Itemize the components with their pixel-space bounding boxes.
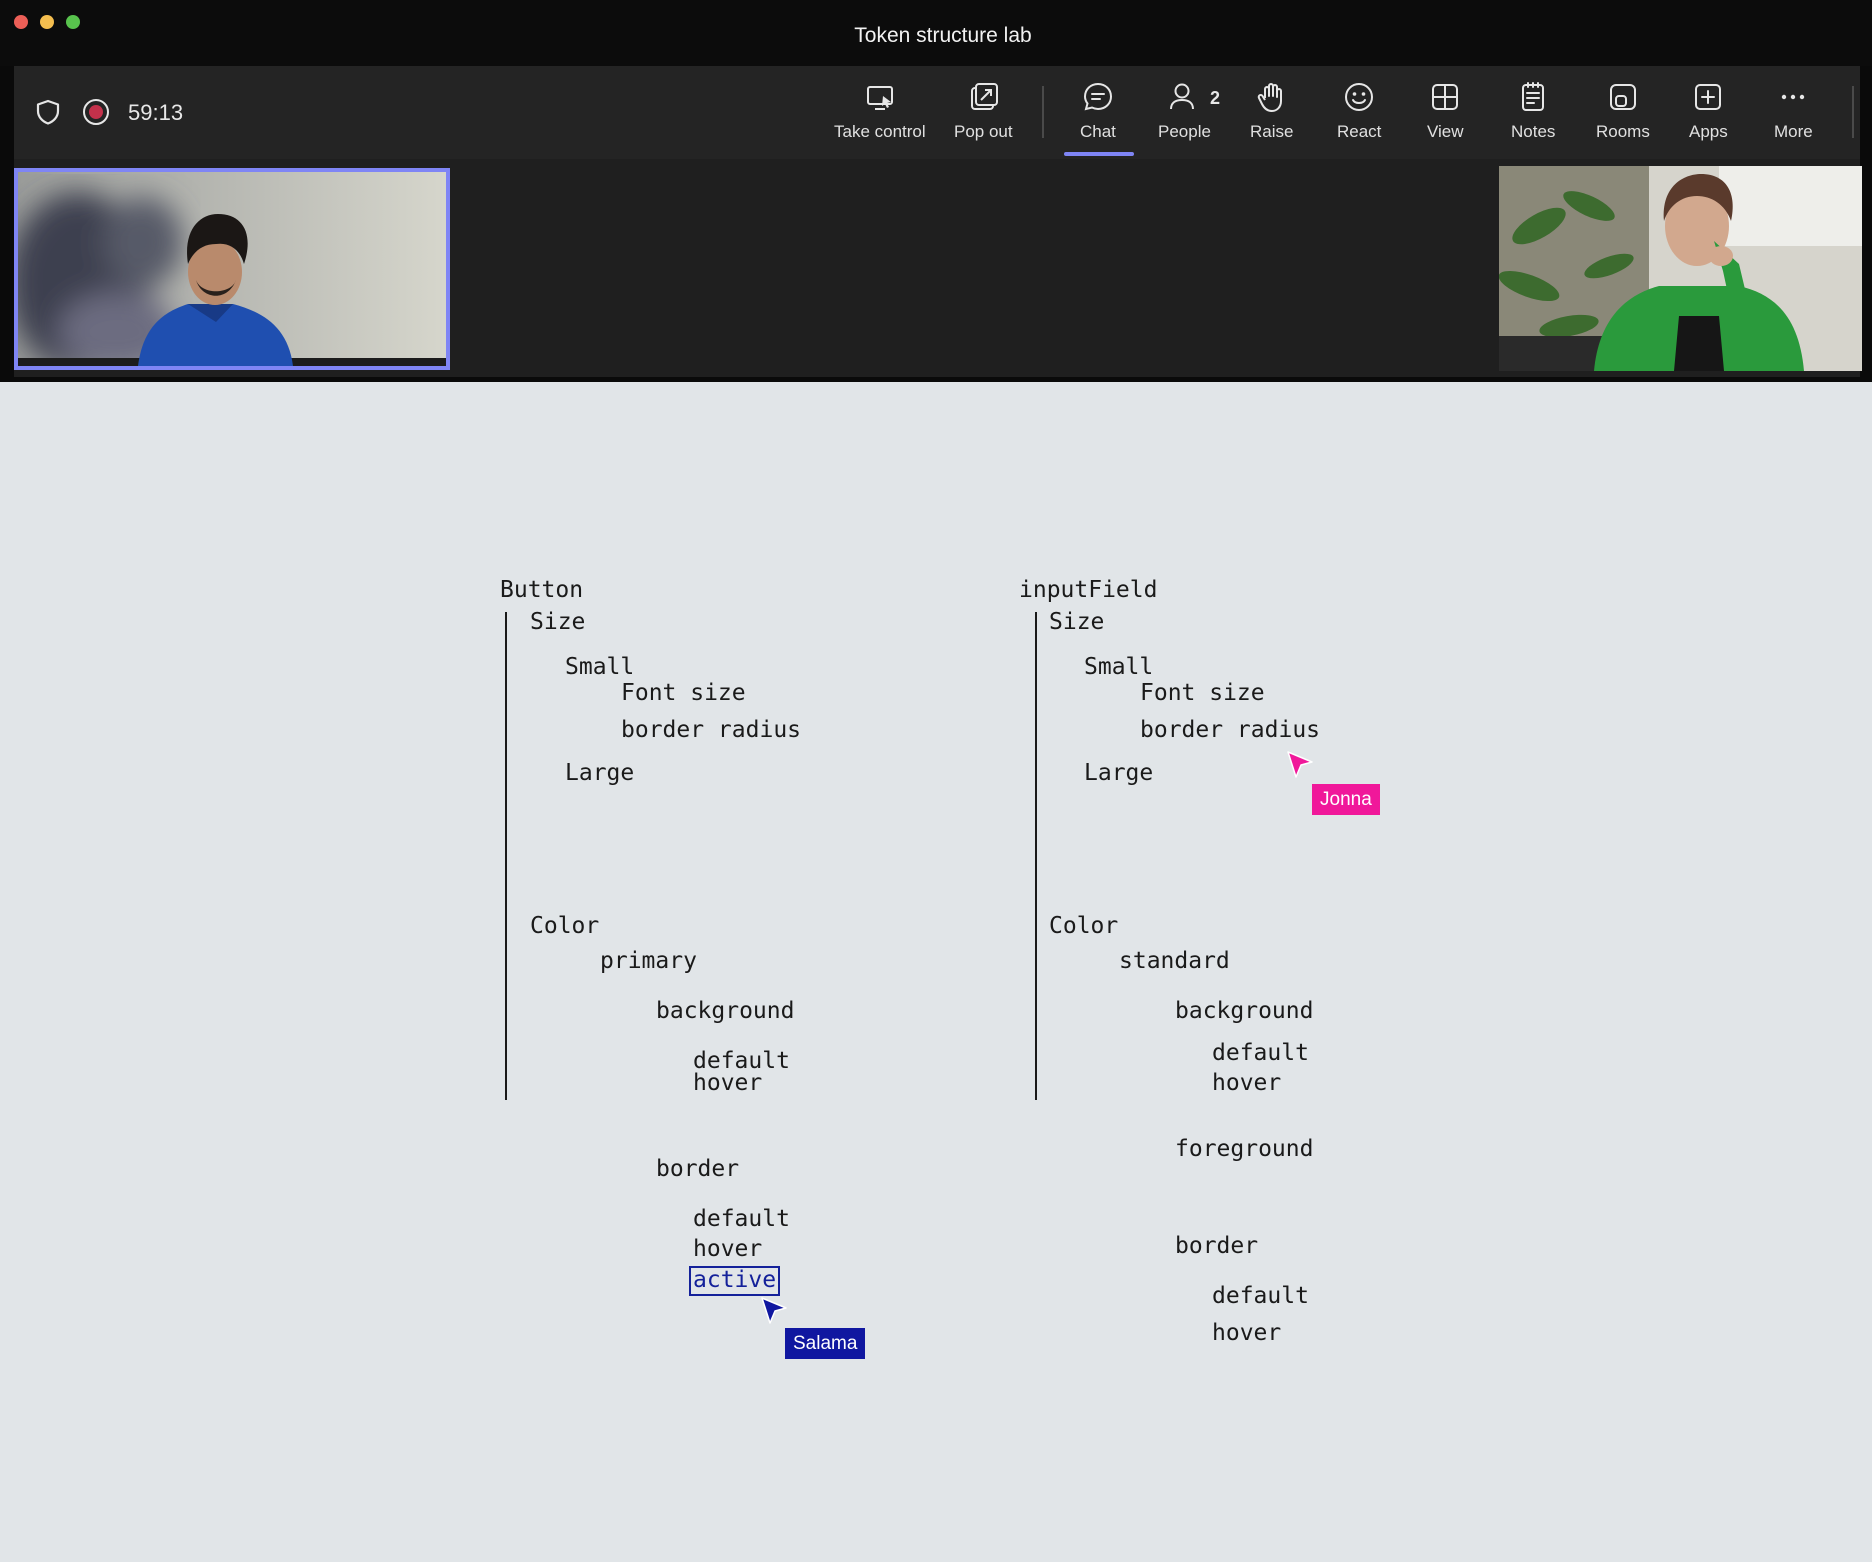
input-border-radius-label[interactable]: border radius: [1140, 719, 1320, 742]
chat-button[interactable]: Chat: [1080, 80, 1116, 150]
take-control-button[interactable]: Take control: [834, 80, 926, 150]
button-bg-hover-label[interactable]: hover: [693, 1072, 762, 1095]
button-tree-line: [505, 612, 507, 1100]
window-title: Token structure lab: [854, 24, 1032, 47]
button-size-label[interactable]: Size: [530, 611, 585, 634]
button-border-active-label[interactable]: active: [689, 1266, 781, 1296]
participant-video-tile-2[interactable]: [1499, 166, 1862, 371]
button-tree-root[interactable]: Button: [500, 579, 583, 602]
chat-icon: [1083, 82, 1112, 111]
input-large-label[interactable]: Large: [1084, 762, 1153, 785]
input-color-label[interactable]: Color: [1049, 915, 1118, 938]
take-control-label: Take control: [834, 122, 926, 141]
rooms-button[interactable]: Rooms: [1596, 80, 1650, 150]
button-primary-label[interactable]: primary: [600, 950, 697, 973]
input-font-size-label[interactable]: Font size: [1140, 682, 1265, 705]
more-options-icon: [1782, 94, 1805, 100]
input-standard-label[interactable]: standard: [1119, 950, 1230, 973]
input-foreground-label[interactable]: foreground: [1175, 1138, 1313, 1161]
input-size-label[interactable]: Size: [1049, 611, 1104, 634]
meeting-timer: 59:13: [128, 100, 184, 125]
button-border-default-label[interactable]: default: [693, 1208, 790, 1231]
button-border-radius-label[interactable]: border radius: [621, 719, 801, 742]
apps-label: Apps: [1689, 122, 1728, 141]
button-small-label[interactable]: Small: [565, 656, 634, 679]
salama-cursor-label: Salama: [785, 1328, 866, 1359]
pop-out-button[interactable]: Pop out: [954, 80, 1013, 150]
button-border-label[interactable]: border: [656, 1158, 739, 1181]
notes-button[interactable]: Notes: [1511, 80, 1555, 150]
toolbar-divider-right: [1852, 86, 1854, 138]
people-button[interactable]: People: [1158, 80, 1211, 150]
input-bg-default-label[interactable]: default: [1212, 1042, 1309, 1065]
more-button[interactable]: More: [1774, 80, 1813, 150]
grid-view-icon: [1432, 84, 1459, 110]
button-large-label[interactable]: Large: [565, 762, 634, 785]
input-small-label[interactable]: Small: [1084, 656, 1153, 679]
input-border-hover-label[interactable]: hover: [1212, 1322, 1281, 1345]
button-border-hover-label[interactable]: hover: [693, 1238, 762, 1261]
raise-label: Raise: [1250, 122, 1294, 141]
participant-video-tile[interactable]: [14, 168, 450, 370]
react-button[interactable]: React: [1337, 80, 1381, 150]
button-font-size-label[interactable]: Font size: [621, 682, 746, 705]
people-icon: [1170, 83, 1195, 110]
pop-out-label: Pop out: [954, 122, 1013, 141]
chat-active-indicator: [1064, 152, 1134, 156]
more-label: More: [1774, 122, 1813, 141]
input-tree-line: [1035, 612, 1037, 1100]
rooms-icon: [1609, 84, 1636, 110]
meeting-toolbar: 59:13 Take control Pop out Chat People 2…: [14, 66, 1860, 159]
pop-out-icon: [971, 83, 999, 110]
apps-button[interactable]: Apps: [1689, 80, 1728, 150]
people-count-badge: 2: [1210, 88, 1221, 108]
input-tree-root[interactable]: inputField: [1019, 579, 1157, 602]
smile-icon: [1345, 83, 1374, 111]
rooms-label: Rooms: [1596, 122, 1650, 141]
add-apps-icon: [1695, 84, 1722, 110]
salama-cursor-icon: [761, 1297, 787, 1324]
participant-video-image: [18, 172, 446, 366]
jonna-cursor-label: Jonna: [1312, 784, 1380, 815]
raise-hand-icon: [1257, 83, 1282, 112]
take-control-icon: [866, 86, 893, 110]
toolbar-divider: [1042, 86, 1044, 138]
input-background-label[interactable]: background: [1175, 1000, 1313, 1023]
notes-label: Notes: [1511, 122, 1556, 141]
jonna-cursor-icon: [1287, 751, 1313, 778]
whiteboard-canvas[interactable]: Button Size Small Font size border radiu…: [0, 382, 1872, 1562]
react-label: React: [1337, 122, 1382, 141]
input-border-default-label[interactable]: default: [1212, 1285, 1309, 1308]
raise-hand-button[interactable]: Raise: [1250, 80, 1293, 150]
recording-icon: [83, 99, 109, 125]
notes-icon: [1522, 82, 1545, 111]
view-label: View: [1427, 122, 1464, 141]
button-color-label[interactable]: Color: [530, 915, 599, 938]
shield-icon[interactable]: [34, 98, 62, 126]
chat-label: Chat: [1080, 122, 1116, 141]
people-label: People: [1158, 122, 1211, 141]
window-titlebar: Token structure lab: [0, 0, 1872, 66]
input-bg-hover-label[interactable]: hover: [1212, 1072, 1281, 1095]
view-button[interactable]: View: [1427, 80, 1464, 150]
button-background-label[interactable]: background: [656, 1000, 794, 1023]
participant-video-image-2: [1499, 166, 1862, 371]
input-border-label[interactable]: border: [1175, 1235, 1258, 1258]
